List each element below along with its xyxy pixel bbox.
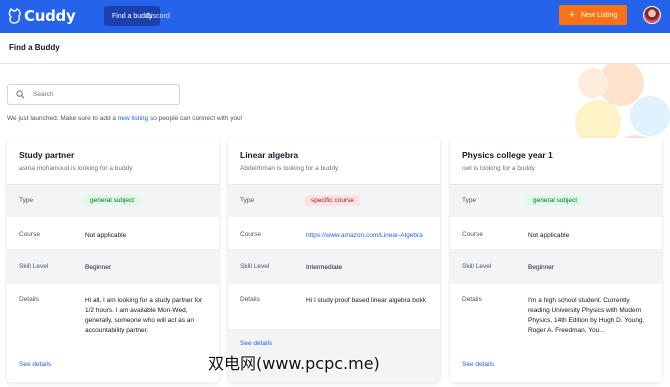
course-label: Course [240, 231, 261, 238]
decorative-circle [630, 96, 670, 136]
skill-label: Skill Level [19, 263, 49, 270]
details-label: Details [240, 296, 260, 303]
course-row: Course Not applicable [450, 217, 662, 249]
type-label: Type [19, 197, 34, 204]
details-value: I'm a high school student. Currently rea… [528, 297, 645, 335]
course-link[interactable]: https://www.amazon.com/Linear-Algebra [306, 231, 428, 241]
skill-value: Intermediate [306, 264, 343, 271]
type-label: Type [240, 197, 255, 204]
watermark-text: 双电网(www.pcpc.me) [208, 354, 380, 373]
card-title: Physics college year 1 [462, 150, 553, 160]
skill-label: Skill Level [240, 263, 270, 270]
notice-prefix: We just launched. Make sure to add a [7, 115, 118, 122]
skill-row: Skill Level Intermediate [228, 249, 440, 284]
app-logo[interactable]: Cuddy [8, 5, 76, 27]
skill-row: Skill Level Beginner [7, 249, 219, 284]
details-value: Hi all, I am looking for a study partner… [85, 297, 203, 335]
course-label: Course [462, 231, 483, 238]
skill-value: Beginner [528, 264, 555, 271]
avatar[interactable] [643, 6, 661, 24]
new-listing-button[interactable]: + New Listing [559, 5, 627, 25]
listing-card: Study partner asma mohamoud is looking f… [7, 138, 219, 382]
course-value: Not applicable [528, 232, 570, 239]
skill-row: Skill Level Beginner [450, 249, 662, 284]
course-row: Course Not applicable [7, 217, 219, 249]
launch-notice: We just launched. Make sure to add a new… [7, 115, 242, 122]
skill-label: Skill Level [462, 263, 492, 270]
type-row: Type general subject [450, 185, 662, 217]
page-title: Find a Buddy [9, 43, 60, 52]
see-details-link[interactable]: See details [462, 361, 494, 368]
plus-icon: + [568, 8, 576, 21]
type-row: Type general subject [7, 185, 219, 217]
app-name: Cuddy [24, 7, 76, 25]
course-row: Course https://www.amazon.com/Linear-Alg… [228, 217, 440, 249]
details-row: Details I'm a high school student. Curre… [450, 284, 662, 350]
listing-card: Linear algebra Abdelrhman is looking for… [228, 138, 440, 382]
listing-card: Physics college year 1 owl is looking fo… [450, 138, 662, 382]
type-row: Type specific course [228, 185, 440, 217]
top-navbar: Cuddy Find a buddy Discord + New Listing [0, 0, 670, 33]
nav-discord[interactable]: Discord [138, 6, 178, 26]
card-title: Linear algebra [240, 150, 299, 160]
type-badge: general subject [84, 195, 141, 206]
search-icon [16, 90, 25, 99]
course-value: Not applicable [85, 232, 127, 239]
see-details-link[interactable]: See details [240, 340, 272, 347]
details-row: Details Hi all, I am looking for a study… [7, 284, 219, 350]
page-header: Find a Buddy [0, 33, 670, 64]
decorative-circle [578, 68, 608, 98]
type-badge: specific course [305, 195, 360, 206]
card-subtitle: Abdelrhman is looking for a buddy [240, 165, 339, 172]
card-subtitle: owl is looking for a buddy [462, 165, 535, 172]
new-listing-link[interactable]: new listing [118, 115, 148, 122]
search-input[interactable] [33, 91, 173, 98]
see-details-link[interactable]: See details [19, 361, 51, 368]
search-box[interactable] [7, 84, 180, 105]
details-label: Details [462, 296, 482, 303]
new-listing-label: New Listing [581, 11, 618, 19]
type-badge: general subject [527, 195, 584, 206]
notice-suffix: so people can connect with you! [148, 115, 243, 122]
type-label: Type [462, 197, 477, 204]
card-subtitle: asma mohamoud is looking for a buddy [19, 165, 133, 172]
course-label: Course [19, 231, 40, 238]
card-title: Study partner [19, 150, 75, 160]
skill-value: Beginner [85, 264, 112, 271]
details-value: Hi I study proof based linear algebra bo… [306, 297, 426, 304]
details-label: Details [19, 296, 39, 303]
logo-icon [8, 7, 21, 24]
details-row: Details Hi I study proof based linear al… [228, 284, 440, 329]
